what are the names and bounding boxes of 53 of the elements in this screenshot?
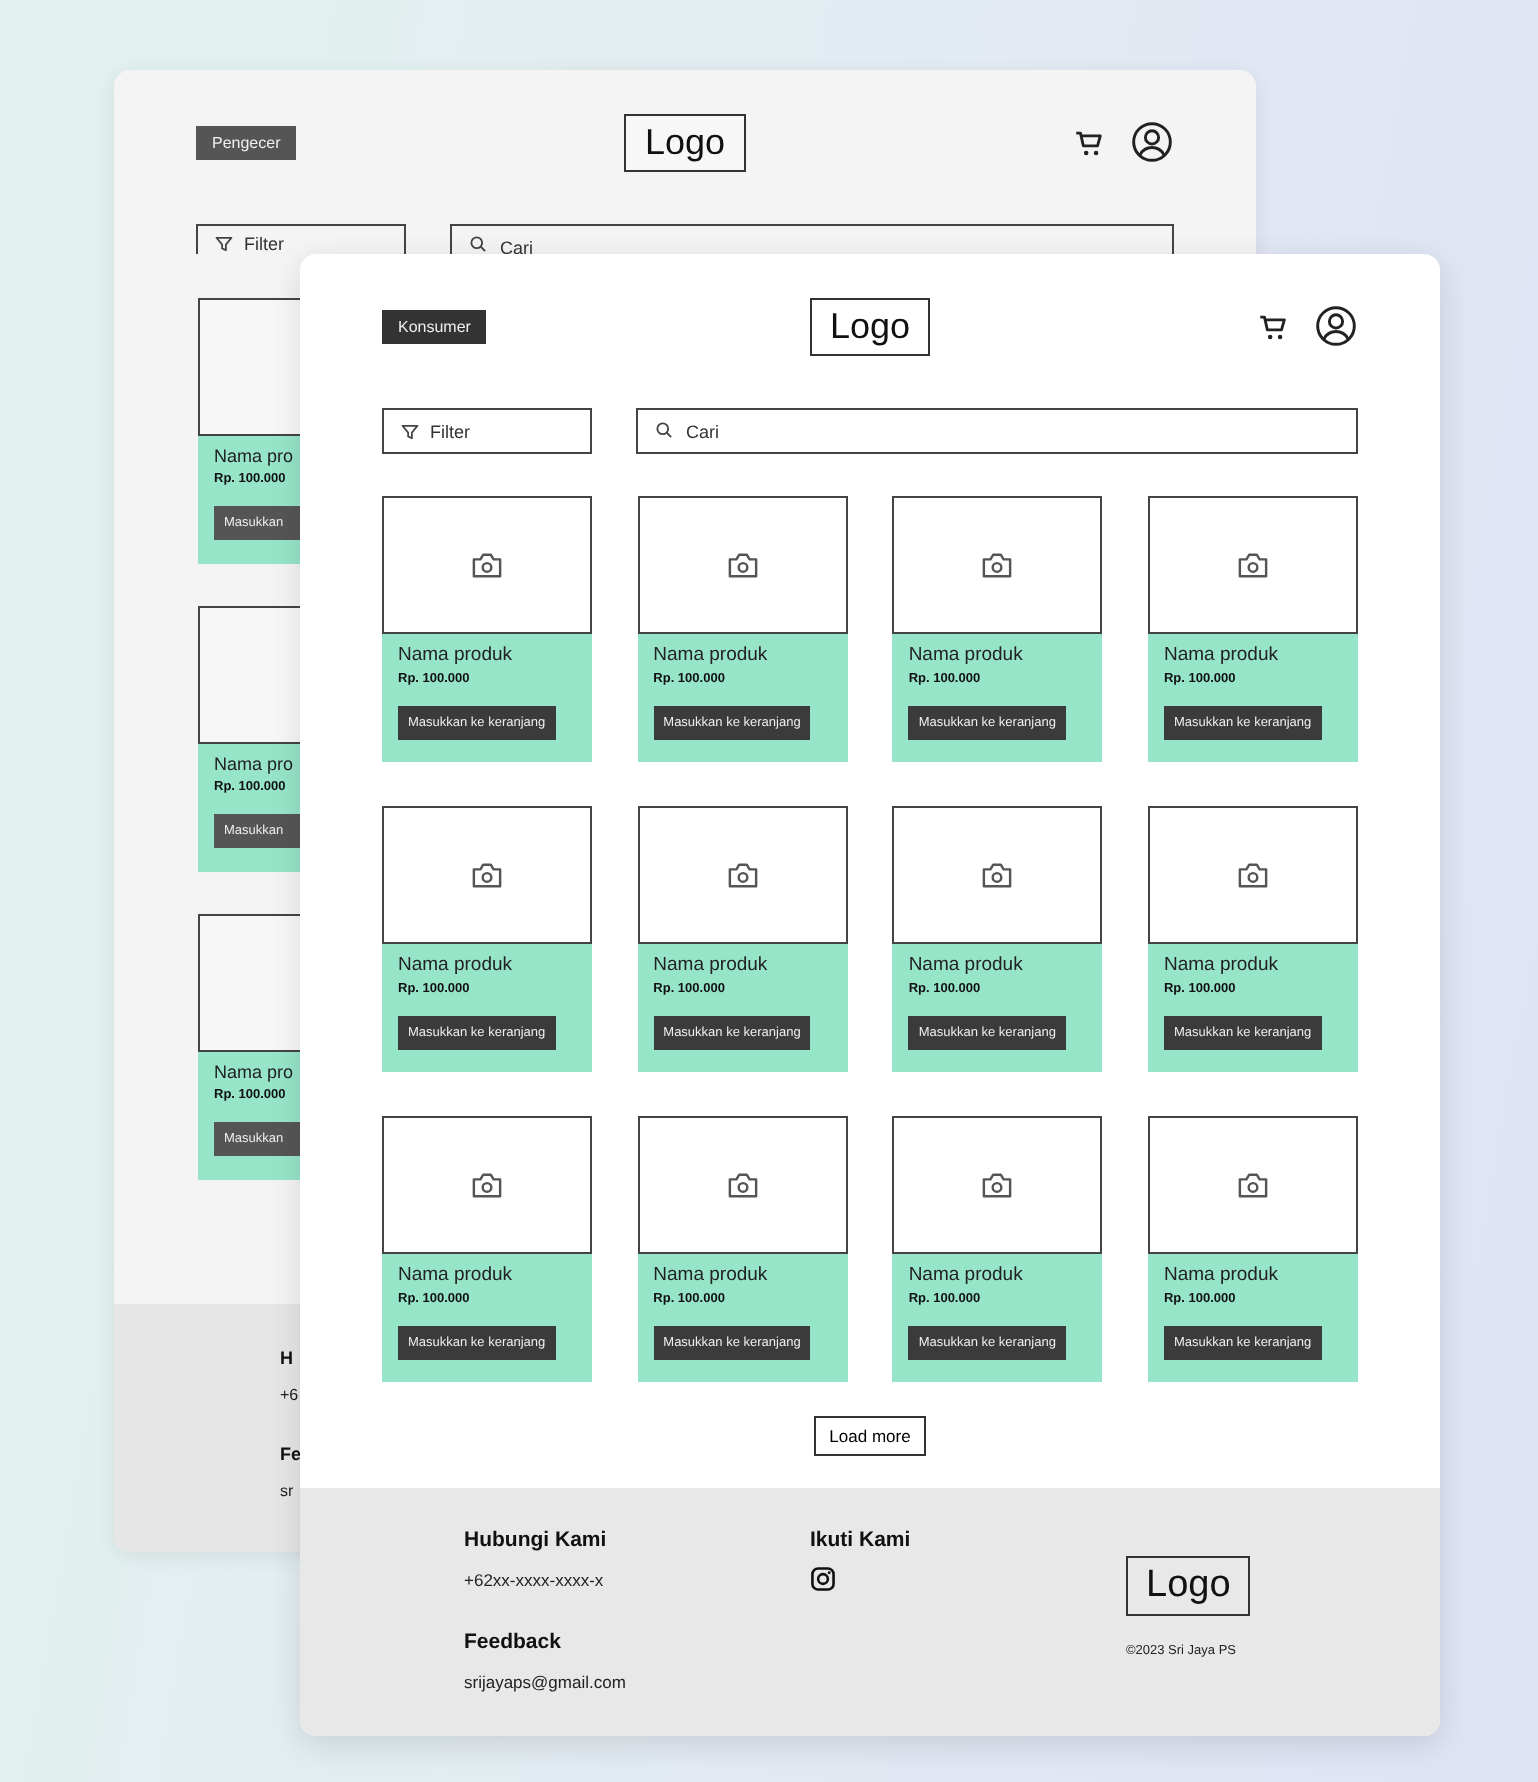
product-name: Nama produk bbox=[908, 644, 1023, 666]
search-icon bbox=[468, 234, 488, 254]
search-field[interactable]: Cari bbox=[636, 408, 1358, 454]
contact-heading: Hubungi Kami bbox=[464, 1528, 607, 1552]
product-name: Nama produk bbox=[398, 1264, 513, 1286]
email-address: srijayaps@gmail.com bbox=[464, 1672, 626, 1692]
role-badge: Konsumer bbox=[382, 309, 487, 343]
camera-icon bbox=[1235, 1170, 1270, 1200]
logo: Logo bbox=[624, 113, 746, 171]
role-badge: Pengecer bbox=[196, 125, 297, 159]
product-name: Nama produk bbox=[398, 644, 513, 666]
footer-logo: Logo bbox=[1126, 1556, 1251, 1616]
filter-button[interactable]: Filter bbox=[382, 408, 592, 454]
contact-heading: H bbox=[280, 1348, 293, 1368]
camera-icon bbox=[470, 860, 504, 890]
camera-icon bbox=[725, 860, 760, 890]
camera-icon bbox=[725, 550, 760, 580]
camera-icon bbox=[980, 860, 1015, 890]
instagram-icon[interactable] bbox=[810, 1566, 836, 1592]
product-name: Nama produk bbox=[653, 1264, 768, 1286]
search-icon bbox=[654, 420, 674, 440]
camera-icon bbox=[980, 550, 1015, 580]
product-name: Nama produk bbox=[398, 954, 513, 976]
product-name: Nama produk bbox=[1163, 1264, 1278, 1286]
filter-label: Filter bbox=[430, 421, 470, 441]
phone-number: +62xx-xxxx-xxxx-x bbox=[464, 1570, 604, 1590]
camera-icon bbox=[1235, 550, 1270, 580]
filter-icon bbox=[400, 421, 420, 441]
product-name: Nama produk bbox=[1163, 644, 1278, 666]
camera-icon bbox=[1235, 860, 1270, 890]
product-name: Nama pro bbox=[214, 446, 294, 466]
product-name: Nama produk bbox=[1163, 954, 1278, 976]
product-name: Nama produk bbox=[908, 954, 1023, 976]
product-name: Nama pro bbox=[214, 1062, 294, 1082]
phone-number: +6 bbox=[280, 1386, 299, 1404]
filter-icon bbox=[214, 234, 234, 254]
filter-label: Filter bbox=[244, 234, 284, 254]
load-more-button[interactable]: Load more bbox=[813, 1416, 927, 1456]
feedback-heading: Fe bbox=[280, 1444, 302, 1464]
product-name: Nama produk bbox=[653, 954, 768, 976]
product-name: Nama pro bbox=[214, 754, 294, 774]
user-icon[interactable] bbox=[1314, 304, 1358, 348]
user-icon[interactable] bbox=[1130, 120, 1174, 164]
logo: Logo bbox=[809, 297, 931, 355]
feedback-heading: Feedback bbox=[464, 1630, 561, 1654]
camera-icon bbox=[470, 1170, 504, 1200]
product-name: Nama produk bbox=[653, 644, 768, 666]
camera-icon bbox=[470, 550, 504, 580]
camera-icon bbox=[980, 1170, 1015, 1200]
product-name: Nama produk bbox=[908, 1264, 1023, 1286]
camera-icon bbox=[725, 1170, 760, 1200]
email-address: sr bbox=[280, 1482, 294, 1500]
follow-heading: Ikuti Kami bbox=[810, 1528, 911, 1552]
